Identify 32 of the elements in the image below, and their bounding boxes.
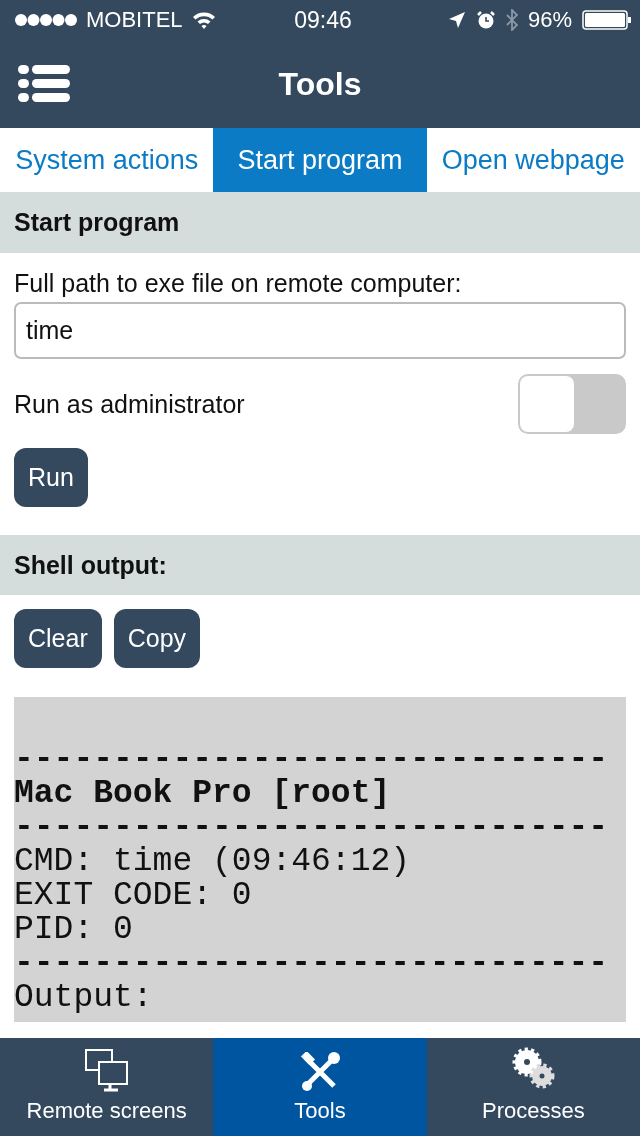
output-line: Mac Book Pro [root] [14, 777, 392, 811]
output-line: Output: [14, 981, 154, 1015]
output-line: CMD: time (09:46:12) [14, 845, 412, 879]
alarm-clock-icon [475, 10, 496, 30]
dashed-separator: ------------------------------ [14, 947, 610, 981]
battery-icon [582, 10, 632, 30]
run-button[interactable]: Run [14, 448, 88, 507]
bottom-tab[interactable]: Tools [213, 1038, 427, 1136]
bottom-tab[interactable]: Remote screens [0, 1038, 214, 1136]
battery-percent: 96% [527, 7, 572, 33]
location-arrow-icon [447, 11, 466, 29]
section-header: Start program [0, 192, 640, 253]
signal-icon [14, 13, 78, 27]
hammer-wrench-icon [300, 1052, 340, 1092]
dashed-separator: ------------------------------ [14, 811, 610, 845]
monitors-icon [83, 1048, 130, 1092]
output-line: EXIT CODE: 0 [14, 879, 253, 913]
bluetooth-icon [505, 9, 518, 31]
section-header: Shell output: [0, 535, 640, 595]
carrier-name: MOBITEL [86, 7, 183, 33]
output-action-button[interactable]: Copy [113, 609, 201, 668]
output-action-button[interactable]: Clear [14, 609, 102, 668]
bottom-tab[interactable]: Processes [426, 1038, 640, 1136]
path-input-field[interactable]: time [14, 302, 626, 359]
toggle-label: Run as administrator [14, 389, 245, 419]
field-label: Full path to exe file on remote computer: [14, 269, 463, 298]
output-line: PID: 0 [14, 913, 134, 947]
tab[interactable]: Start program [213, 128, 427, 192]
clock-time: 09:46 [294, 6, 352, 34]
screen-title: Tools [278, 65, 362, 103]
admin-toggle-switch[interactable] [518, 374, 626, 434]
dashed-separator: ------------------------------ [14, 743, 610, 777]
